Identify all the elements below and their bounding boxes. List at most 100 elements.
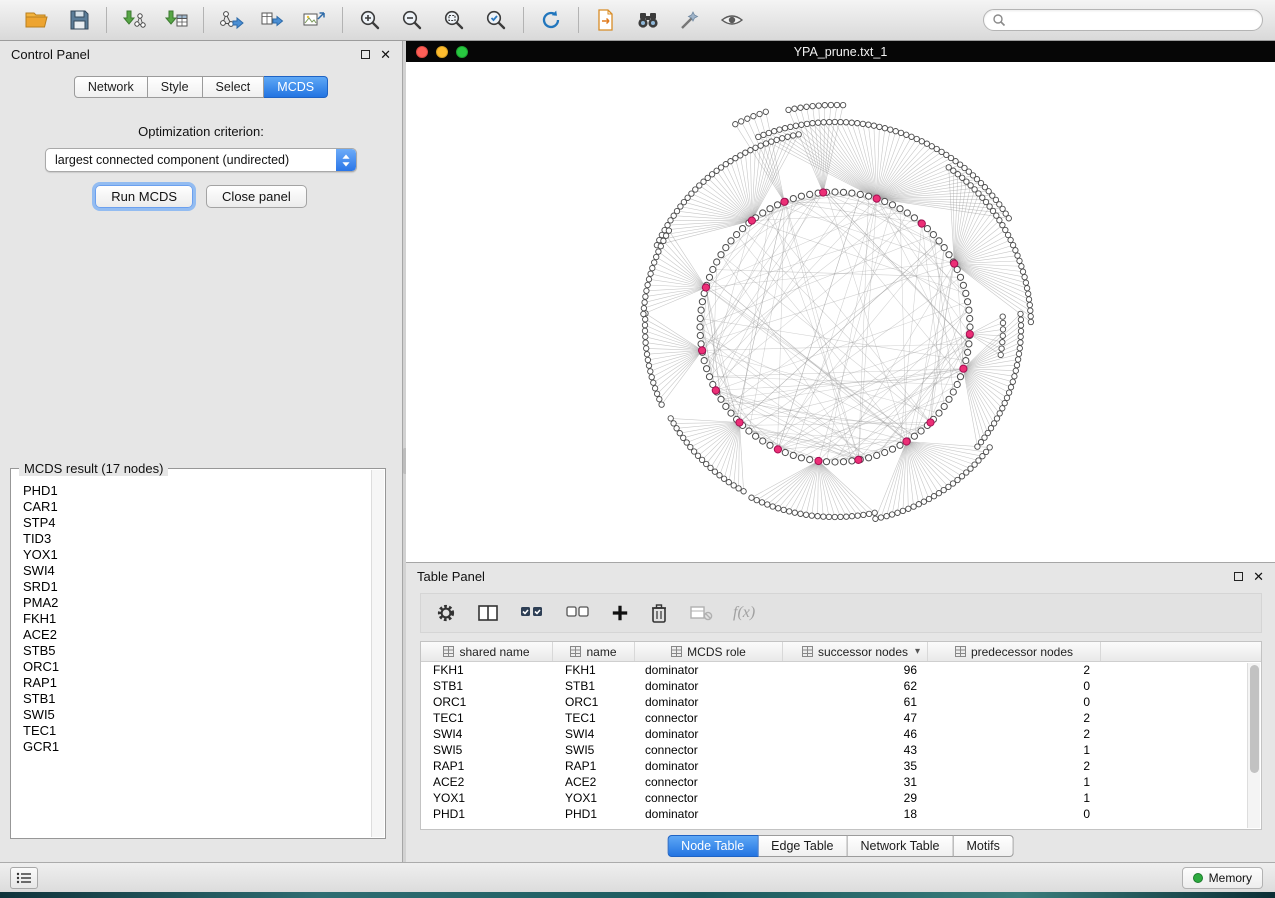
network-ring-node[interactable]: [967, 315, 973, 321]
network-ring-node[interactable]: [957, 274, 963, 280]
network-leaf-node[interactable]: [726, 480, 731, 485]
network-leaf-node[interactable]: [934, 146, 939, 151]
network-leaf-node[interactable]: [1012, 374, 1017, 379]
network-leaf-node[interactable]: [646, 363, 651, 368]
network-leaf-node[interactable]: [799, 122, 804, 127]
tab-network[interactable]: Network: [74, 76, 148, 98]
network-leaf-node[interactable]: [1018, 340, 1023, 345]
panel-menu-button[interactable]: [10, 867, 38, 889]
close-mcds-panel-button[interactable]: Close panel: [206, 185, 307, 208]
network-leaf-node[interactable]: [895, 510, 900, 515]
network-ring-node[interactable]: [946, 252, 952, 258]
network-hub-node[interactable]: [736, 419, 743, 426]
network-ring-node[interactable]: [965, 349, 971, 355]
network-leaf-node[interactable]: [641, 311, 646, 316]
network-ring-node[interactable]: [960, 282, 966, 288]
memory-button[interactable]: Memory: [1182, 867, 1263, 889]
network-hub-node[interactable]: [918, 220, 925, 227]
network-leaf-node[interactable]: [681, 435, 686, 440]
network-leaf-node[interactable]: [652, 260, 657, 265]
network-leaf-node[interactable]: [788, 124, 793, 129]
column-header-successor-nodes[interactable]: successor nodes ▾: [783, 642, 928, 661]
mcds-result-node[interactable]: SWI4: [23, 563, 370, 579]
zoom-in-button[interactable]: [354, 5, 386, 35]
network-leaf-node[interactable]: [648, 369, 653, 374]
mcds-result-node[interactable]: TID3: [23, 531, 370, 547]
network-leaf-node[interactable]: [1015, 357, 1020, 362]
network-leaf-node[interactable]: [882, 126, 887, 131]
network-leaf-node[interactable]: [1017, 258, 1022, 263]
network-leaf-node[interactable]: [745, 116, 750, 121]
network-leaf-node[interactable]: [909, 134, 914, 139]
network-ring-node[interactable]: [911, 433, 917, 439]
network-leaf-node[interactable]: [1008, 237, 1013, 242]
save-session-button[interactable]: [63, 5, 95, 35]
network-leaf-node[interactable]: [671, 421, 676, 426]
network-ring-node[interactable]: [760, 210, 766, 216]
network-hub-node[interactable]: [702, 284, 709, 291]
network-leaf-node[interactable]: [997, 411, 1002, 416]
network-leaf-node[interactable]: [959, 474, 964, 479]
network-ring-node[interactable]: [874, 452, 880, 458]
zoom-fit-button[interactable]: [438, 5, 470, 35]
network-leaf-node[interactable]: [832, 119, 837, 124]
network-leaf-node[interactable]: [1022, 274, 1027, 279]
network-ring-node[interactable]: [857, 191, 863, 197]
network-leaf-node[interactable]: [900, 508, 905, 513]
mcds-result-node[interactable]: STB5: [23, 643, 370, 659]
zoom-out-button[interactable]: [396, 5, 428, 35]
tab-select[interactable]: Select: [203, 76, 265, 98]
mcds-result-node[interactable]: ACE2: [23, 627, 370, 643]
network-leaf-node[interactable]: [815, 514, 820, 519]
mcds-result-scrollbar[interactable]: [371, 470, 384, 837]
network-ring-node[interactable]: [698, 341, 704, 347]
network-ring-node[interactable]: [882, 449, 888, 455]
mcds-result-list[interactable]: PHD1CAR1STP4TID3YOX1SWI4SRD1PMA2FKH1ACE2…: [12, 477, 370, 837]
network-leaf-node[interactable]: [798, 511, 803, 516]
import-table-button[interactable]: [160, 5, 192, 35]
network-leaf-node[interactable]: [648, 271, 653, 276]
network-titlebar[interactable]: YPA_prune.txt_1: [406, 41, 1275, 62]
network-leaf-node[interactable]: [791, 133, 796, 138]
network-leaf-node[interactable]: [769, 139, 774, 144]
network-leaf-node[interactable]: [803, 512, 808, 517]
mcds-result-node[interactable]: CAR1: [23, 499, 370, 515]
delete-column-button[interactable]: [649, 602, 669, 624]
network-ring-node[interactable]: [746, 428, 752, 434]
network-leaf-node[interactable]: [877, 124, 882, 129]
network-ring-node[interactable]: [832, 189, 838, 195]
network-leaf-node[interactable]: [1014, 362, 1019, 367]
network-ring-node[interactable]: [897, 442, 903, 448]
network-leaf-node[interactable]: [1028, 308, 1033, 313]
table-scrollbar[interactable]: [1247, 663, 1260, 828]
network-ring-node[interactable]: [904, 210, 910, 216]
network-leaf-node[interactable]: [666, 228, 671, 233]
network-leaf-node[interactable]: [1028, 314, 1033, 319]
minimize-window-button[interactable]: [436, 46, 448, 58]
column-header-shared-name[interactable]: shared name: [421, 642, 553, 661]
network-leaf-node[interactable]: [871, 123, 876, 128]
network-ring-node[interactable]: [723, 403, 729, 409]
network-leaf-node[interactable]: [757, 111, 762, 116]
network-leaf-node[interactable]: [659, 402, 664, 407]
network-ring-node[interactable]: [941, 403, 947, 409]
network-leaf-node[interactable]: [654, 254, 659, 259]
network-leaf-node[interactable]: [646, 277, 651, 282]
table-row[interactable]: ORC1ORC1dominator610: [421, 694, 1261, 710]
network-leaf-node[interactable]: [763, 141, 768, 146]
network-ring-node[interactable]: [941, 245, 947, 251]
network-leaf-node[interactable]: [991, 421, 996, 426]
export-document-button[interactable]: [590, 5, 622, 35]
network-ring-node[interactable]: [966, 307, 972, 313]
network-leaf-node[interactable]: [1006, 390, 1011, 395]
network-leaf-node[interactable]: [741, 489, 746, 494]
network-ring-node[interactable]: [889, 446, 895, 452]
network-leaf-node[interactable]: [906, 506, 911, 511]
close-panel-icon[interactable]: ✕: [380, 48, 391, 61]
network-ring-node[interactable]: [753, 433, 759, 439]
network-leaf-node[interactable]: [1013, 248, 1018, 253]
mcds-result-node[interactable]: FKH1: [23, 611, 370, 627]
zoom-selected-button[interactable]: [480, 5, 512, 35]
tab-node-table[interactable]: Node Table: [667, 835, 758, 857]
network-ring-node[interactable]: [957, 374, 963, 380]
